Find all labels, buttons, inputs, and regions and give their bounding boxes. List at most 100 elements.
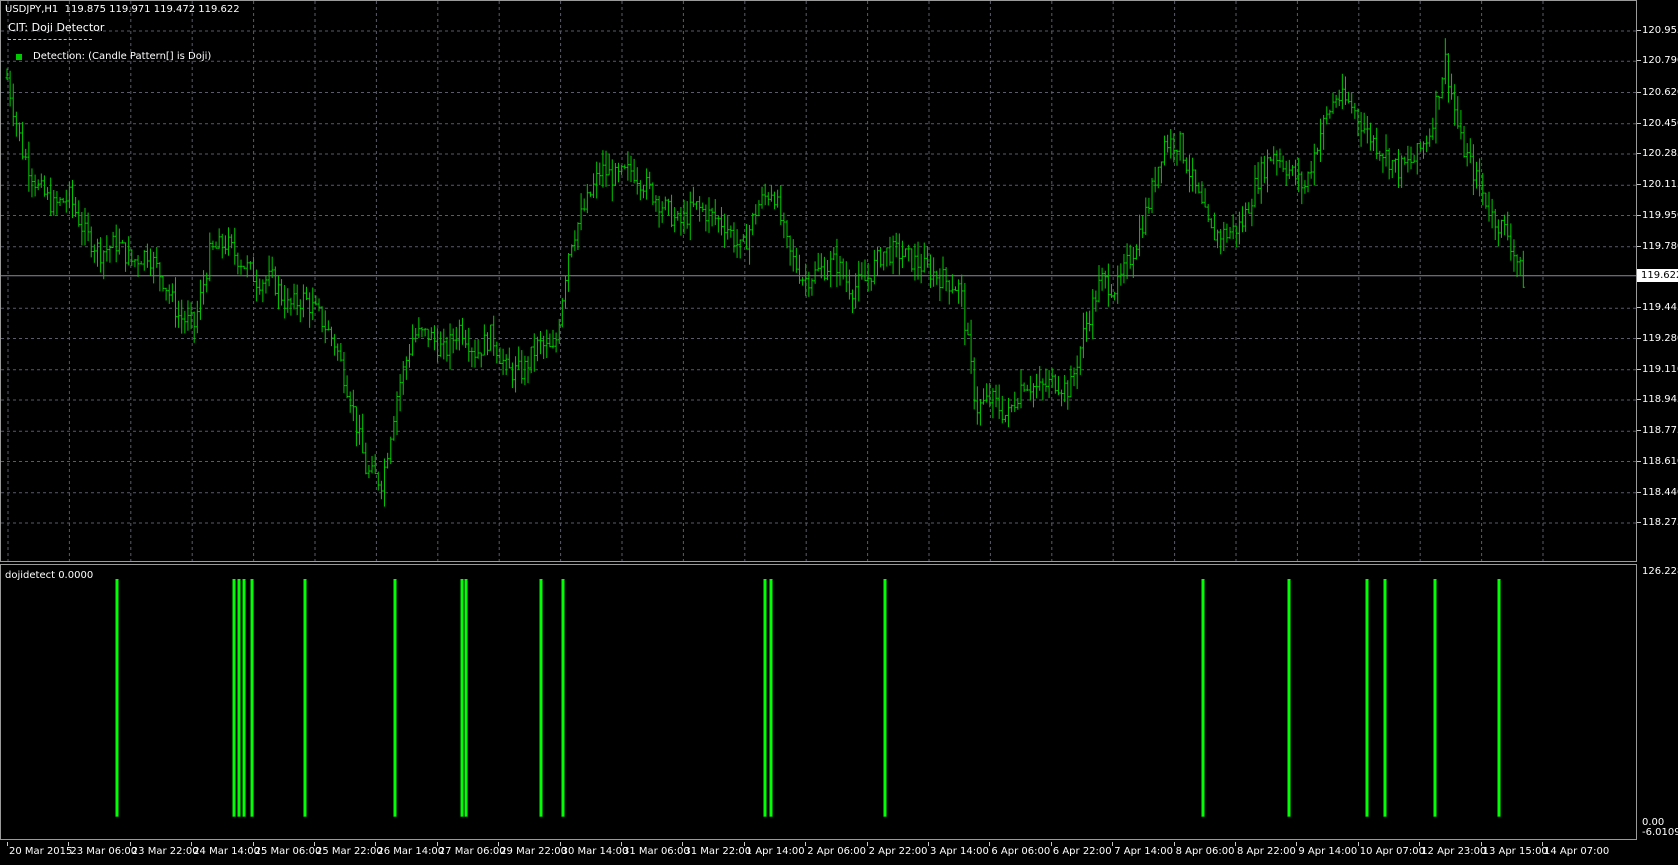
- ohlc-bar: [501, 348, 505, 375]
- ohlc-bar: [170, 283, 174, 302]
- time-label: 25 Mar 22:00: [316, 846, 383, 857]
- ohlc-bar: [1163, 135, 1167, 166]
- time-label: 24 Mar 14:00: [193, 846, 260, 857]
- ohlc-bar: [801, 276, 805, 286]
- ohlc-bar: [358, 414, 362, 445]
- time-tick: [252, 842, 254, 846]
- ohlc-bar: [273, 266, 277, 296]
- ohlc-bar: [1343, 76, 1347, 105]
- ohlc-bar: [152, 251, 156, 284]
- ohlc-bar: [485, 332, 489, 356]
- ohlc-bar: [994, 384, 998, 408]
- ohlc-bar: [1209, 218, 1213, 229]
- ohlc-bar: [804, 263, 808, 297]
- ohlc-bar: [1468, 138, 1472, 163]
- doji-histogram[interactable]: [1, 565, 1636, 839]
- ohlc-bar: [1322, 114, 1326, 150]
- symbol-info: USDJPY,H1 119.875 119.971 119.472 119.62…: [5, 4, 240, 15]
- ohlc-bar: [1197, 182, 1201, 194]
- ohlc-bar: [520, 350, 524, 384]
- ohlc-bar: [1028, 375, 1032, 401]
- ohlc-bar: [1231, 214, 1235, 240]
- ohlc-bar: [482, 324, 486, 356]
- ohlc-bar: [838, 255, 842, 286]
- ohlc-bar: [1284, 160, 1288, 186]
- ohlc-bar: [813, 261, 817, 284]
- ohlc-bar: [1247, 202, 1251, 214]
- ohlc-bar: [623, 164, 627, 170]
- time-label: 29 Mar 22:00: [500, 846, 567, 857]
- ohlc-bar: [875, 246, 879, 276]
- ohlc-bar: [542, 335, 546, 360]
- ohlc-bar: [857, 260, 861, 302]
- ohlc-bar: [676, 211, 680, 221]
- ohlc-bar: [114, 224, 118, 263]
- ohlc-bar: [1453, 84, 1457, 126]
- doji-signal-bar: [1497, 579, 1501, 817]
- main-chart-panel[interactable]: USDJPY,H1 119.875 119.971 119.472 119.62…: [0, 0, 1637, 562]
- ohlc-bar: [629, 155, 633, 183]
- price-tick: [1637, 399, 1641, 400]
- ohlc-bar: [301, 284, 305, 318]
- ohlc-bar: [30, 168, 34, 198]
- ohlc-bar: [1113, 291, 1117, 301]
- ohlc-bar: [1328, 109, 1332, 119]
- ohlc-bar: [1053, 374, 1057, 394]
- ohlc-bar: [660, 201, 664, 223]
- ohlc-bar: [585, 183, 589, 214]
- ohlc-bar: [726, 216, 730, 240]
- price-label: 119.445: [1642, 302, 1678, 314]
- price-label: 118.275: [1642, 517, 1678, 528]
- ohlc-bar: [1091, 289, 1095, 340]
- time-label: 14 Apr 07:00: [1544, 846, 1610, 857]
- ohlc-bar: [11, 83, 15, 127]
- ohlc-bar: [470, 347, 474, 368]
- price-chart[interactable]: [1, 1, 1636, 561]
- ohlc-bar: [1181, 132, 1185, 164]
- ohlc-bar: [1521, 250, 1525, 288]
- ohlc-bar: [872, 249, 876, 285]
- ohlc-bar: [1353, 102, 1357, 119]
- ohlc-bar: [953, 286, 957, 291]
- ohlc-bar: [345, 375, 349, 399]
- ohlc-bar: [383, 458, 387, 507]
- ohlc-bar: [1300, 171, 1304, 205]
- time-label: 9 Apr 14:00: [1298, 846, 1358, 857]
- ohlc-bar: [386, 452, 390, 469]
- time-axis[interactable]: 20 Mar 2015 23 Mar 06:00 23 Mar 22:00 24 Ma…: [0, 842, 1637, 865]
- ohlc-bar: [404, 356, 408, 380]
- ohlc-bar: [27, 141, 31, 192]
- ohlc-bar: [227, 227, 231, 256]
- ohlc-bar: [133, 258, 137, 268]
- ohlc-bar: [77, 200, 81, 227]
- chart-window: USDJPY,H1 119.875 119.971 119.472 119.62…: [0, 0, 1678, 865]
- ohlc-bar: [401, 361, 405, 395]
- ohlc-bar: [1484, 192, 1488, 209]
- ohlc-bar: [411, 324, 415, 356]
- price-tick: [1637, 122, 1641, 124]
- price-tick: [1637, 337, 1641, 339]
- indicator-subwindow[interactable]: dojidetect 0.0000: [0, 564, 1637, 840]
- ohlc-bar: [978, 398, 982, 426]
- ohlc-bar: [305, 286, 309, 301]
- ohlc-bar: [102, 250, 106, 280]
- ohlc-bar: [158, 262, 162, 292]
- ohlc-bar: [670, 194, 674, 228]
- ohlc-bar: [1072, 367, 1076, 387]
- time-tick: [191, 842, 193, 846]
- ohlc-bar: [1397, 148, 1401, 188]
- ohlc-bar: [607, 153, 611, 176]
- time-label: 27 Mar 06:00: [438, 846, 506, 857]
- ohlc-bar: [1259, 156, 1263, 204]
- ohlc-bar: [738, 239, 742, 259]
- ohlc-bar: [1334, 94, 1338, 108]
- ohlc-bar: [1103, 270, 1107, 289]
- time-tick: [68, 842, 70, 846]
- ohlc-bar: [1465, 143, 1469, 167]
- ohlc-bar: [913, 243, 917, 281]
- price-label: 118.610: [1642, 455, 1678, 467]
- ohlc-bar: [595, 161, 599, 199]
- time-tick: [989, 842, 991, 846]
- ohlc-bar: [298, 299, 302, 323]
- price-tick: [1637, 522, 1641, 523]
